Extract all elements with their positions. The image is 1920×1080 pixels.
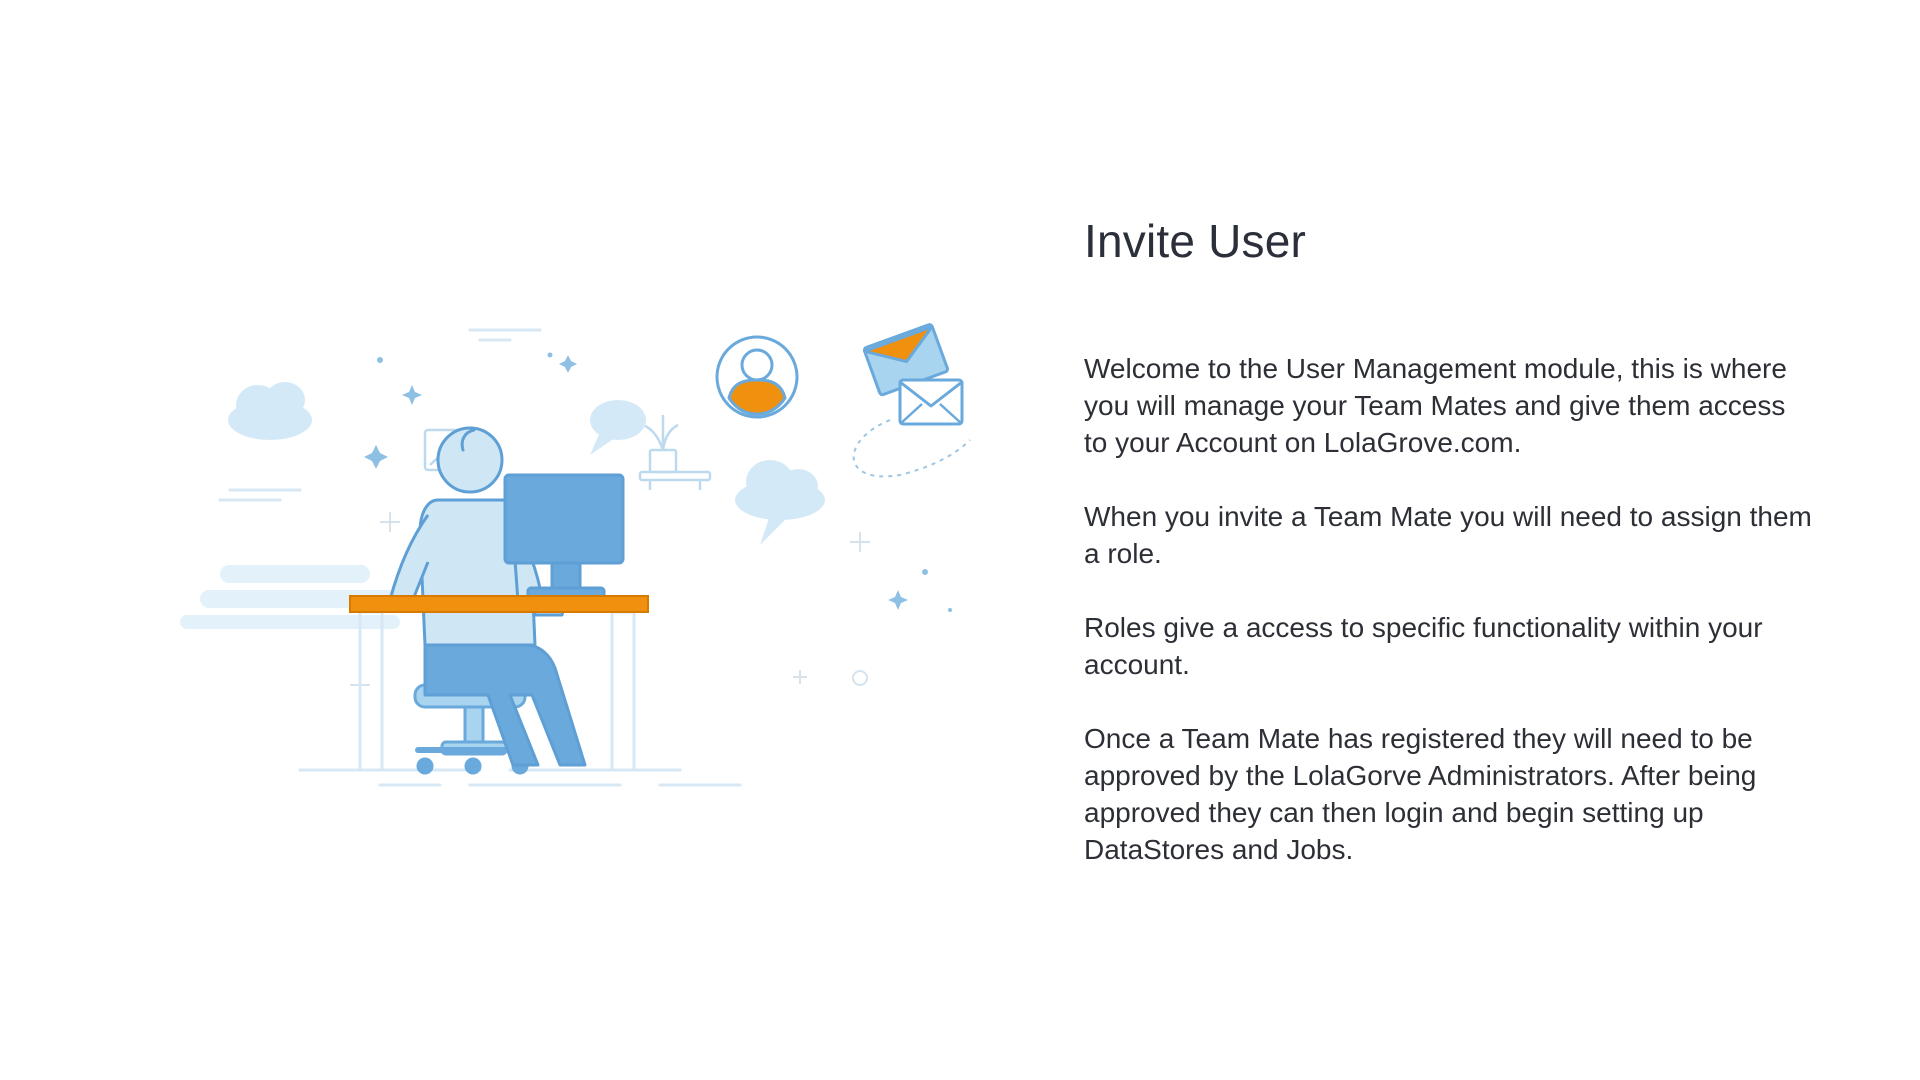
intro-text-panel: Invite User Welcome to the User Manageme… (1084, 214, 1814, 868)
invite-user-page: Invite User Welcome to the User Manageme… (0, 0, 1920, 1080)
envelope-icon (852, 323, 971, 478)
page-title: Invite User (1084, 215, 1307, 267)
desk (349, 595, 649, 613)
intro-paragraph: Welcome to the User Management module, t… (1084, 353, 1787, 458)
user-avatar-icon (715, 335, 799, 419)
invite-user-illustration (180, 323, 971, 787)
chat-bubble-icon (590, 400, 646, 455)
plant-icon (638, 415, 712, 490)
approval-paragraph: Once a Team Mate has registered they wil… (1084, 723, 1757, 865)
cloud-icon (735, 460, 825, 545)
invite-role-paragraph: When you invite a Team Mate you will nee… (1084, 501, 1812, 569)
roles-paragraph: Roles give a access to specific function… (1084, 612, 1763, 680)
cloud-icon (228, 382, 312, 440)
